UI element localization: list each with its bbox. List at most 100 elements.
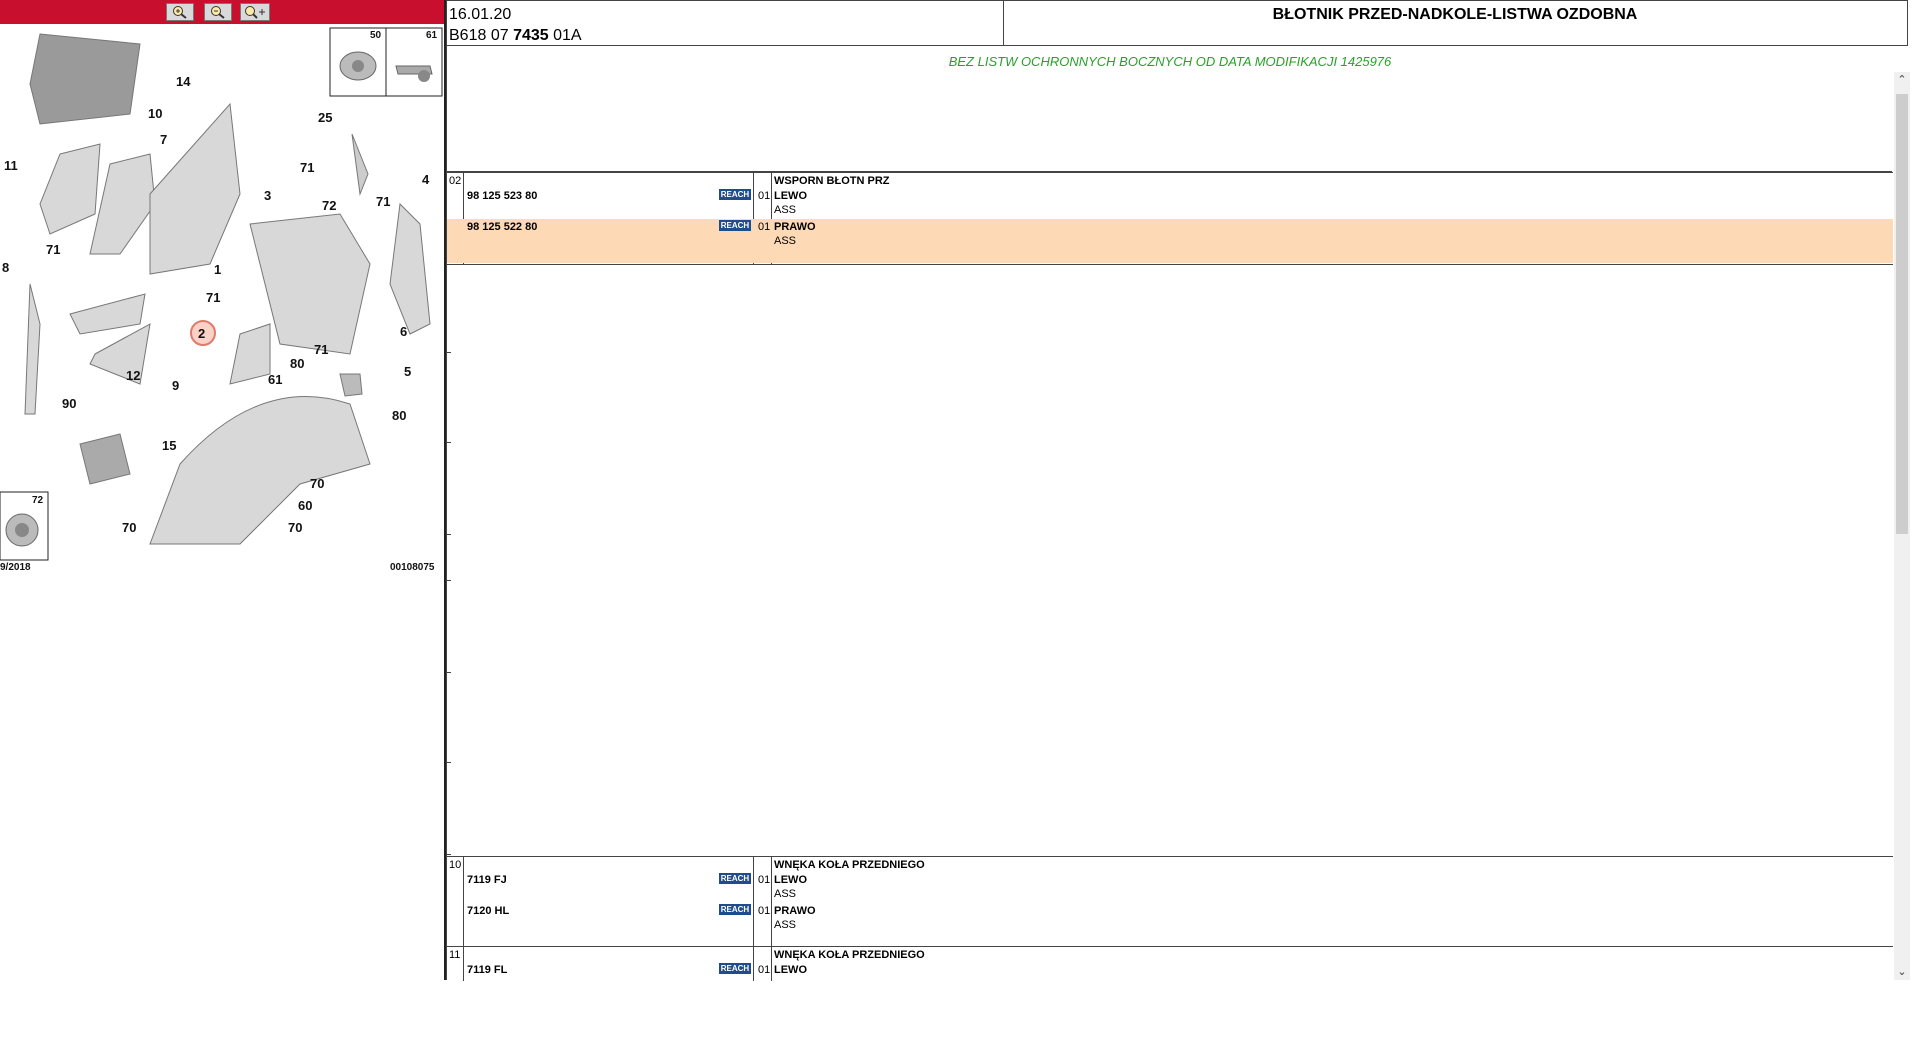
parts-list-panel: 16.01.20 B618 07 7435 01A BŁOTNIK PRZED-… [446, 0, 1920, 981]
quantity: 01 [758, 874, 771, 886]
callout-12[interactable]: 12 [126, 368, 140, 383]
quantity: 01 [758, 221, 771, 233]
code-prefix: B618 07 [449, 27, 514, 44]
side-label: LEWO [774, 190, 807, 202]
header-date: 16.01.20 [449, 6, 512, 23]
reach-badge: REACH [719, 873, 751, 884]
callout-71[interactable]: 71 [46, 242, 60, 257]
page-title: BŁOTNIK PRZED-NADKOLE-LISTWA OZDOBNA [1272, 6, 1638, 23]
parts-drawing [24, 33, 431, 545]
callout-71[interactable]: 71 [300, 160, 314, 175]
reach-badge: REACH [719, 220, 751, 231]
page-header: 16.01.20 B618 07 7435 01A BŁOTNIK PRZED-… [446, 0, 1908, 46]
reach-badge: REACH [719, 189, 751, 200]
callout-1[interactable]: 1 [214, 262, 221, 277]
assembly-label: ASS [774, 204, 797, 216]
callout-71[interactable]: 71 [376, 194, 390, 209]
side-label: PRAWO [774, 905, 816, 917]
callout-80[interactable]: 80 [392, 408, 406, 423]
quantity: 01 [758, 190, 771, 202]
vertical-scrollbar[interactable]: ⌃ ⌄ [1894, 72, 1910, 980]
zoom-out-icon [211, 6, 225, 19]
table-row[interactable]: 7119 FJ REACH 01 LEWO ASS [447, 871, 1893, 901]
table-row[interactable]: 7120 HL REACH 01 PRAWO ASS [447, 902, 1893, 932]
group-number: 10 [449, 859, 462, 871]
diagram-toolbar [0, 0, 444, 24]
callout-6[interactable]: 6 [400, 324, 407, 339]
group-number: 11 [449, 949, 461, 961]
callout-90[interactable]: 90 [62, 396, 76, 411]
diagram-date: 9/2018 [0, 562, 31, 573]
parts-diagram: 50 61 72 14 10 7 11 25 71 3 72 71 4 8 71… [0, 27, 443, 573]
callout-11[interactable]: 11 [4, 158, 18, 173]
callout-60[interactable]: 60 [298, 498, 312, 513]
callout-2[interactable]: 2 [198, 326, 205, 341]
part-reference: 98 125 522 80 [467, 221, 538, 233]
part-group: 02 WSPORN BŁOTN PRZ 98 125 523 80 REACH … [447, 172, 1893, 264]
quantity: 01 [758, 964, 771, 976]
callout-15[interactable]: 15 [162, 438, 176, 453]
callout-8[interactable]: 8 [2, 260, 9, 275]
diagram-reference: 00108075 [390, 562, 435, 573]
part-reference: 98 125 523 80 [467, 190, 538, 202]
callout-3[interactable]: 3 [264, 188, 271, 203]
quantity: 01 [758, 905, 771, 917]
callout-4[interactable]: 4 [422, 172, 430, 187]
zoom-fit-button[interactable] [240, 3, 270, 21]
header-code: B618 07 7435 01A [449, 27, 582, 45]
zoom-in-icon [173, 6, 187, 19]
callout-5[interactable]: 5 [404, 364, 411, 379]
callout-10[interactable]: 10 [148, 106, 162, 121]
inset-label: 61 [426, 30, 438, 41]
part-group: 11 WNĘKA KOŁA PRZEDNIEGO 7119 FL REACH 0… [447, 946, 1893, 981]
scroll-up-icon[interactable]: ⌃ [1894, 72, 1910, 88]
table-row[interactable]: 98 125 523 80 REACH 01 LEWO ASS [447, 187, 1893, 217]
assembly-label: ASS [774, 919, 797, 931]
scroll-down-icon[interactable]: ⌄ [1894, 964, 1910, 980]
parts-list: 02 WSPORN BŁOTN PRZ 98 125 523 80 REACH … [446, 172, 1893, 981]
side-label: PRAWO [774, 221, 816, 233]
callout-9[interactable]: 9 [172, 378, 179, 393]
table-row-selected[interactable]: 98 125 522 80 REACH 01 PRAWO ASS [447, 219, 1893, 263]
note-text: BEZ LISTW OCHRONNYCH BOCZNYCH OD DATA MO… [948, 54, 1392, 69]
group-name: WNĘKA KOŁA PRZEDNIEGO [774, 949, 925, 961]
group-name: WSPORN BŁOTN PRZ [774, 175, 890, 187]
callout-70[interactable]: 70 [310, 476, 324, 491]
part-group: 10 WNĘKA KOŁA PRZEDNIEGO 7119 FJ REACH 0… [447, 856, 1893, 946]
table-row[interactable]: 7119 FL REACH 01 LEWO [447, 961, 1893, 981]
side-label: LEWO [774, 874, 807, 886]
zoom-fit-icon [245, 6, 265, 19]
inset-label: 50 [370, 30, 382, 41]
callout-61[interactable]: 61 [268, 372, 282, 387]
code-suffix: 01A [548, 27, 582, 44]
code-bold: 7435 [513, 27, 549, 44]
inset-box-50-61: 50 61 [329, 27, 443, 97]
callout-14[interactable]: 14 [176, 74, 191, 89]
scroll-thumb[interactable] [1896, 94, 1908, 534]
header-info: 16.01.20 B618 07 7435 01A [447, 1, 1004, 45]
part-reference: 7119 FL [467, 964, 508, 976]
callout-25[interactable]: 25 [318, 110, 332, 125]
callout-80[interactable]: 80 [290, 356, 304, 371]
inset-label: 72 [32, 495, 44, 506]
callout-72[interactable]: 72 [322, 198, 336, 213]
modification-note: BEZ LISTW OCHRONNYCH BOCZNYCH OD DATA MO… [446, 46, 1892, 172]
diagram-panel: 50 61 72 14 10 7 11 25 71 3 72 71 4 8 71… [0, 0, 446, 980]
side-label: LEWO [774, 964, 807, 976]
inset-box-72: 72 [0, 491, 49, 561]
assembly-label: ASS [774, 888, 797, 900]
zoom-in-button[interactable] [166, 3, 194, 21]
part-reference: 7119 FJ [467, 874, 507, 886]
assembly-label: ASS [774, 235, 797, 247]
callout-70[interactable]: 70 [288, 520, 302, 535]
callout-71[interactable]: 71 [206, 290, 220, 305]
reach-badge: REACH [719, 963, 751, 974]
part-reference: 7120 HL [467, 905, 510, 917]
callout-70[interactable]: 70 [122, 520, 136, 535]
reach-badge: REACH [719, 904, 751, 915]
group-name: WNĘKA KOŁA PRZEDNIEGO [774, 859, 925, 871]
zoom-out-button[interactable] [204, 3, 232, 21]
group-number: 02 [449, 175, 462, 187]
callout-71[interactable]: 71 [314, 342, 328, 357]
callout-7[interactable]: 7 [160, 132, 167, 147]
